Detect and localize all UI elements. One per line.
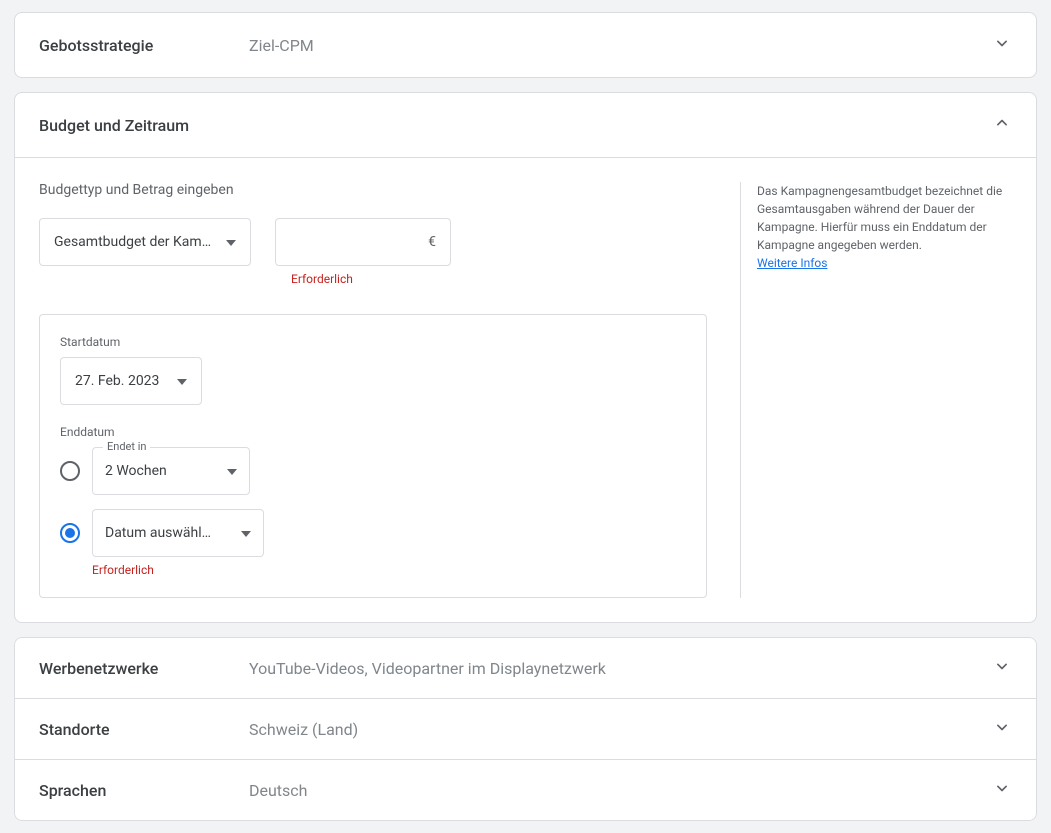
locations-summary: Schweiz (Land) (249, 720, 992, 739)
bid-strategy-header[interactable]: Gebotsstrategie Ziel-CPM (15, 13, 1036, 77)
caret-down-icon (227, 463, 237, 479)
budget-form-label: Budgettyp und Betrag eingeben (39, 182, 716, 198)
languages-card: Sprachen Deutsch (14, 760, 1037, 821)
budget-amount-error: Erforderlich (275, 272, 451, 286)
budget-body: Budgettyp und Betrag eingeben Gesamtbudg… (15, 157, 1036, 622)
networks-card: Werbenetzwerke YouTube-Videos, Videopart… (14, 637, 1037, 699)
end-date-select-label: Datum auswähl… (105, 525, 241, 541)
bid-strategy-card: Gebotsstrategie Ziel-CPM (14, 12, 1037, 78)
chevron-up-icon (992, 113, 1012, 137)
budget-title: Budget und Zeitraum (39, 116, 992, 135)
networks-title: Werbenetzwerke (39, 659, 249, 678)
ends-in-value: 2 Wochen (105, 463, 227, 479)
budget-help-text: Das Kampagnengesamtbudget bezeichnet die… (757, 184, 1002, 252)
locations-card: Standorte Schweiz (Land) (14, 699, 1037, 760)
languages-header[interactable]: Sprachen Deutsch (15, 760, 1036, 820)
caret-down-icon (241, 525, 251, 541)
caret-down-icon (226, 234, 236, 250)
budget-header[interactable]: Budget und Zeitraum (15, 93, 1036, 157)
start-date-select[interactable]: 27. Feb. 2023 (60, 357, 202, 405)
networks-summary: YouTube-Videos, Videopartner im Displayn… (249, 659, 992, 678)
end-date-relative-radio[interactable] (60, 461, 80, 481)
start-date-label: Startdatum (60, 335, 686, 349)
languages-title: Sprachen (39, 781, 249, 800)
bid-strategy-title: Gebotsstrategie (39, 36, 249, 55)
ends-in-select[interactable]: Endet in 2 Wochen (92, 447, 250, 495)
bottom-stack: Werbenetzwerke YouTube-Videos, Videopart… (14, 637, 1037, 821)
budget-help-panel: Das Kampagnengesamtbudget bezeichnet die… (740, 182, 1012, 598)
end-date-select[interactable]: Datum auswähl… (92, 509, 264, 557)
budget-main: Budgettyp und Betrag eingeben Gesamtbudg… (39, 182, 716, 598)
locations-title: Standorte (39, 720, 249, 739)
languages-summary: Deutsch (249, 781, 992, 800)
chevron-down-icon (992, 656, 1012, 680)
budget-amount-field[interactable] (290, 234, 428, 250)
currency-symbol: € (428, 234, 436, 250)
budget-amount-input[interactable]: € (275, 218, 451, 266)
end-date-label: Enddatum (60, 425, 686, 439)
end-date-error: Erforderlich (60, 563, 686, 577)
chevron-down-icon (992, 33, 1012, 57)
chevron-down-icon (992, 778, 1012, 802)
bid-strategy-summary: Ziel-CPM (249, 36, 992, 55)
locations-header[interactable]: Standorte Schweiz (Land) (15, 699, 1036, 759)
budget-help-link[interactable]: Weitere Infos (757, 256, 827, 270)
end-date-specific-radio[interactable] (60, 523, 80, 543)
budget-card: Budget und Zeitraum Budgettyp und Betrag… (14, 92, 1037, 623)
budget-type-select[interactable]: Gesamtbudget der Kampagne (39, 218, 251, 266)
ends-in-float-label: Endet in (103, 440, 150, 453)
caret-down-icon (177, 373, 187, 389)
chevron-down-icon (992, 717, 1012, 741)
start-date-value: 27. Feb. 2023 (75, 373, 159, 389)
date-panel: Startdatum 27. Feb. 2023 Enddatum (39, 314, 707, 598)
budget-type-value: Gesamtbudget der Kampagne (54, 234, 216, 250)
networks-header[interactable]: Werbenetzwerke YouTube-Videos, Videopart… (15, 638, 1036, 698)
